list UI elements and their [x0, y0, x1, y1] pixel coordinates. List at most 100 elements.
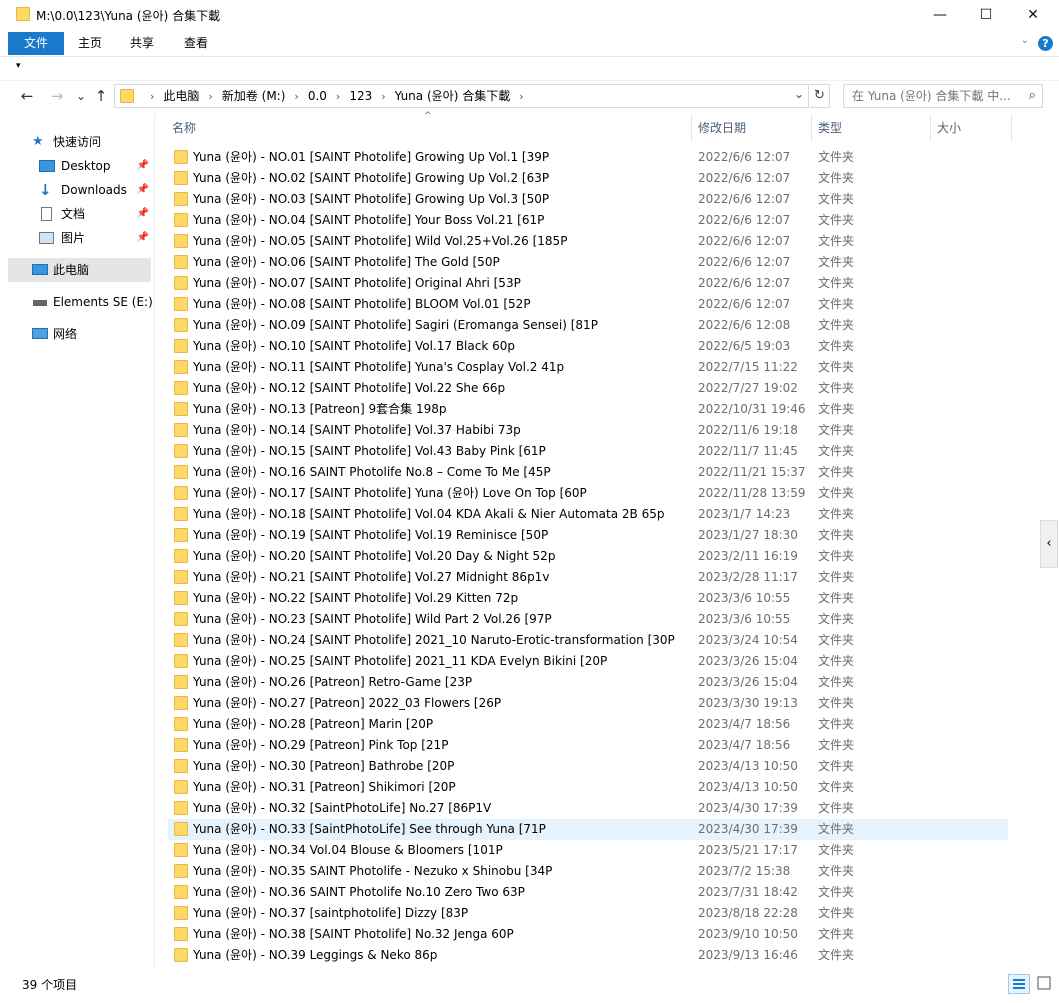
file-date: 2022/6/6 12:07 [698, 213, 791, 227]
file-row[interactable]: Yuna (윤아) - NO.20 [SAINT Photolife] Vol.… [168, 546, 1008, 567]
breadcrumb-folder-123[interactable]: 123 [349, 89, 372, 103]
tab-view[interactable]: 查看 [174, 32, 218, 55]
column-divider[interactable] [691, 115, 692, 141]
file-type: 文件夹 [818, 738, 855, 752]
pin-icon[interactable]: 📌 [137, 154, 149, 178]
folder-icon [174, 150, 188, 164]
nav-this-pc[interactable]: 此电脑 [8, 258, 151, 282]
folder-icon [174, 318, 188, 332]
file-row[interactable]: Yuna (윤아) - NO.29 [Patreon] Pink Top [21… [168, 735, 1008, 756]
file-row[interactable]: Yuna (윤아) - NO.18 [SAINT Photolife] Vol.… [168, 504, 1008, 525]
details-view-icon [1013, 979, 1025, 989]
file-row[interactable]: Yuna (윤아) - NO.25 [SAINT Photolife] 2021… [168, 651, 1008, 672]
folder-icon [174, 339, 188, 353]
file-name: Yuna (윤아) - NO.26 [Patreon] Retro-Game [… [193, 675, 473, 689]
file-row[interactable]: Yuna (윤아) - NO.38 [SAINT Photolife] No.3… [168, 924, 1008, 945]
tab-file[interactable]: 文件 [8, 32, 64, 55]
file-row[interactable]: Yuna (윤아) - NO.08 [SAINT Photolife] BLOO… [168, 294, 1008, 315]
maximize-button[interactable]: ☐ [963, 0, 1009, 30]
recent-locations-button[interactable]: ⌄ [70, 89, 92, 103]
column-header-date[interactable]: 修改日期 [698, 113, 746, 143]
large-icons-view-button[interactable] [1034, 974, 1056, 994]
column-divider[interactable] [1011, 115, 1012, 141]
details-view-button[interactable] [1008, 974, 1030, 994]
pin-icon[interactable]: 📌 [137, 226, 149, 250]
nav-documents[interactable]: 文档 📌 [8, 202, 151, 226]
tab-share[interactable]: 共享 [120, 32, 164, 55]
address-bar[interactable]: › 此电脑 › 新加卷 (M:) › 0.0 › 123 › Yuna (윤아) 合集下載 › ⌄ [114, 84, 809, 108]
search-box[interactable]: ⌕ [843, 84, 1043, 108]
file-row[interactable]: Yuna (윤아) - NO.22 [SAINT Photolife] Vol.… [168, 588, 1008, 609]
minimize-button[interactable]: — [917, 0, 963, 30]
file-row[interactable]: Yuna (윤아) - NO.37 [saintphotolife] Dizzy… [168, 903, 1008, 924]
address-dropdown-icon[interactable]: ⌄ [794, 87, 804, 101]
file-row[interactable]: Yuna (윤아) - NO.27 [Patreon] 2022_03 Flow… [168, 693, 1008, 714]
breadcrumb-this-pc[interactable]: 此电脑 [163, 89, 199, 103]
column-header-type[interactable]: 类型 [818, 113, 842, 143]
file-row[interactable]: Yuna (윤아) - NO.14 [SAINT Photolife] Vol.… [168, 420, 1008, 441]
file-row[interactable]: Yuna (윤아) - NO.05 [SAINT Photolife] Wild… [168, 231, 1008, 252]
file-row[interactable]: Yuna (윤아) - NO.28 [Patreon] Marin [20P 20… [168, 714, 1008, 735]
folder-icon [174, 381, 188, 395]
nav-network[interactable]: 网络 [8, 322, 151, 346]
file-row[interactable]: Yuna (윤아) - NO.06 [SAINT Photolife] The … [168, 252, 1008, 273]
file-row[interactable]: Yuna (윤아) - NO.24 [SAINT Photolife] 2021… [168, 630, 1008, 651]
file-row[interactable]: Yuna (윤아) - NO.31 [Patreon] Shikimori [2… [168, 777, 1008, 798]
file-row[interactable]: Yuna (윤아) - NO.03 [SAINT Photolife] Grow… [168, 189, 1008, 210]
qat-dropdown-icon[interactable]: ▾ [16, 61, 21, 71]
column-divider[interactable] [811, 115, 812, 141]
file-row[interactable]: Yuna (윤아) - NO.12 [SAINT Photolife] Vol.… [168, 378, 1008, 399]
file-row[interactable]: Yuna (윤아) - NO.30 [Patreon] Bathrobe [20… [168, 756, 1008, 777]
folder-icon [174, 885, 188, 899]
pin-icon[interactable]: 📌 [137, 202, 149, 226]
file-row[interactable]: Yuna (윤아) - NO.17 [SAINT Photolife] Yuna… [168, 483, 1008, 504]
refresh-button[interactable]: ↻ [810, 84, 830, 108]
file-date: 2022/11/6 19:18 [698, 423, 798, 437]
file-row[interactable]: Yuna (윤아) - NO.19 [SAINT Photolife] Vol.… [168, 525, 1008, 546]
nav-drive-e[interactable]: Elements SE (E:) [8, 290, 153, 314]
file-row[interactable]: Yuna (윤아) - NO.15 [SAINT Photolife] Vol.… [168, 441, 1008, 462]
folder-icon [174, 549, 188, 563]
folder-icon [174, 675, 188, 689]
file-row[interactable]: Yuna (윤아) - NO.16 SAINT Photolife No.8 –… [168, 462, 1008, 483]
file-row[interactable]: Yuna (윤아) - NO.39 Leggings & Neko 86p 202… [168, 945, 1008, 966]
file-row[interactable]: Yuna (윤아) - NO.07 [SAINT Photolife] Orig… [168, 273, 1008, 294]
collapse-panel-button[interactable]: ‹ [1040, 520, 1058, 568]
help-icon[interactable]: ? [1038, 36, 1053, 51]
file-row[interactable]: Yuna (윤아) - NO.23 [SAINT Photolife] Wild… [168, 609, 1008, 630]
file-row[interactable]: Yuna (윤아) - NO.26 [Patreon] Retro-Game [… [168, 672, 1008, 693]
file-row[interactable]: Yuna (윤아) - NO.04 [SAINT Photolife] Your… [168, 210, 1008, 231]
file-type: 文件夹 [818, 444, 855, 458]
search-input[interactable] [844, 85, 1014, 107]
column-header-size[interactable]: 大小 [937, 113, 961, 143]
file-row[interactable]: Yuna (윤아) - NO.34 Vol.04 Blouse & Bloome… [168, 840, 1008, 861]
pin-icon[interactable]: 📌 [137, 178, 149, 202]
column-divider[interactable] [930, 115, 931, 141]
breadcrumb-folder-0-0[interactable]: 0.0 [308, 89, 327, 103]
file-row[interactable]: Yuna (윤아) - NO.01 [SAINT Photolife] Grow… [168, 147, 1008, 168]
up-button[interactable]: ↑ [90, 87, 112, 105]
breadcrumb-drive[interactable]: 新加卷 (M:) [222, 89, 286, 103]
file-row[interactable]: Yuna (윤아) - NO.13 [Patreon] 9套合集 198p 202… [168, 399, 1008, 420]
breadcrumb-current[interactable]: Yuna (윤아) 合集下載 [395, 89, 511, 103]
close-button[interactable]: ✕ [1010, 0, 1056, 30]
file-row[interactable]: Yuna (윤아) - NO.02 [SAINT Photolife] Grow… [168, 168, 1008, 189]
ribbon-expand-icon[interactable]: ⌄ [1021, 35, 1029, 46]
file-row[interactable]: Yuna (윤아) - NO.11 [SAINT Photolife] Yuna… [168, 357, 1008, 378]
nav-quick-access[interactable]: ★ 快速访问 [8, 130, 151, 154]
file-row[interactable]: Yuna (윤아) - NO.35 SAINT Photolife - Nezu… [168, 861, 1008, 882]
file-row[interactable]: Yuna (윤아) - NO.36 SAINT Photolife No.10 … [168, 882, 1008, 903]
nav-downloads[interactable]: ↓ Downloads 📌 [8, 178, 151, 202]
forward-button[interactable]: → [46, 87, 68, 105]
back-button[interactable]: ← [16, 87, 38, 105]
file-row[interactable]: Yuna (윤아) - NO.33 [SaintPhotoLife] See t… [168, 819, 1008, 840]
file-row[interactable]: Yuna (윤아) - NO.21 [SAINT Photolife] Vol.… [168, 567, 1008, 588]
nav-pictures[interactable]: 图片 📌 [8, 226, 151, 250]
tab-home[interactable]: 主页 [68, 32, 112, 55]
file-row[interactable]: Yuna (윤아) - NO.32 [SaintPhotoLife] No.27… [168, 798, 1008, 819]
nav-desktop[interactable]: Desktop 📌 [8, 154, 151, 178]
file-row[interactable]: Yuna (윤아) - NO.10 [SAINT Photolife] Vol.… [168, 336, 1008, 357]
file-name: Yuna (윤아) - NO.17 [SAINT Photolife] Yuna… [193, 486, 587, 500]
column-header-name[interactable]: 名称 [172, 113, 196, 143]
file-row[interactable]: Yuna (윤아) - NO.09 [SAINT Photolife] Sagi… [168, 315, 1008, 336]
